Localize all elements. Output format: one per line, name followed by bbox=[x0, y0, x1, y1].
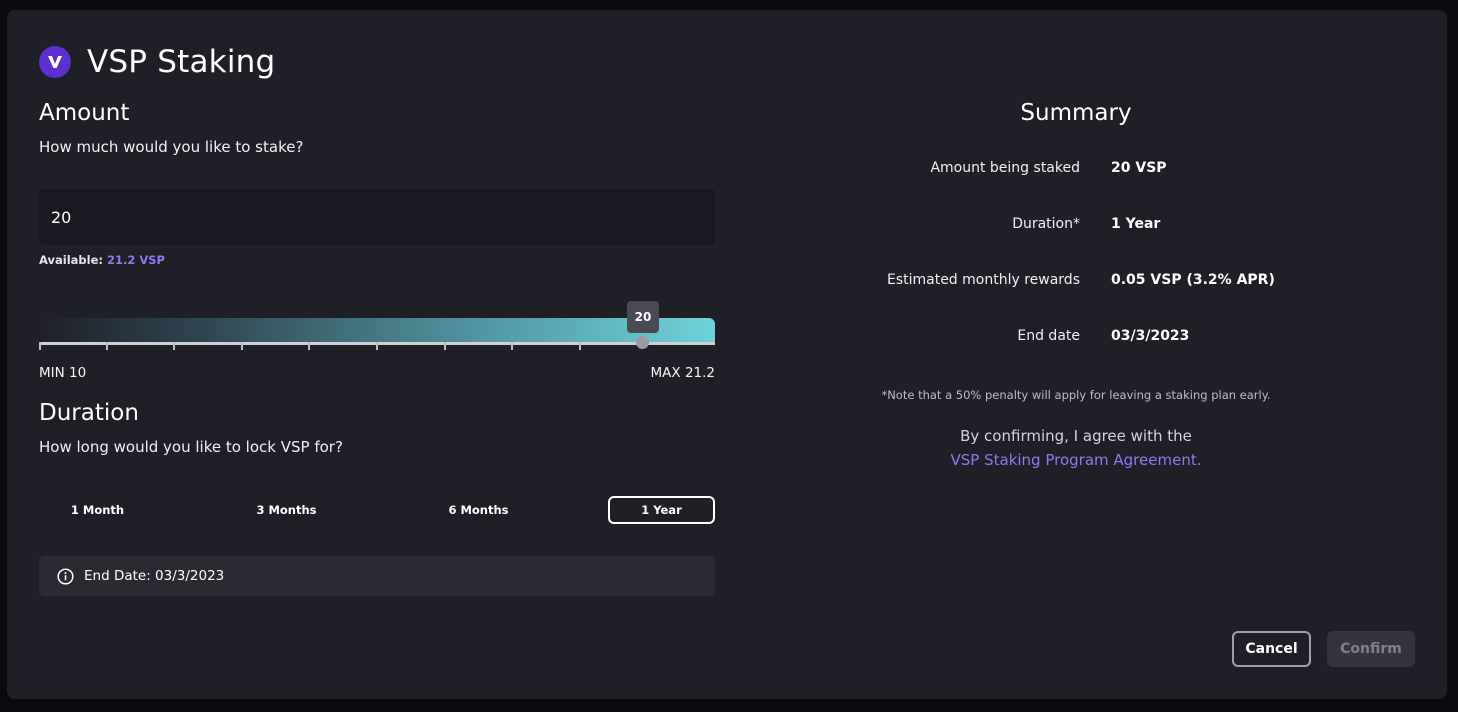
cancel-button[interactable]: Cancel bbox=[1232, 631, 1311, 667]
staking-modal: VSP Staking Amount How much would you li… bbox=[7, 10, 1447, 699]
amount-input-value: 20 bbox=[51, 207, 72, 227]
slider-max-label: MAX 21.2 bbox=[650, 365, 715, 381]
summary-row-amount: Amount being staked 20 VSP bbox=[767, 160, 1387, 216]
amount-input[interactable]: 20 bbox=[39, 189, 715, 245]
summary-value: 1 Year bbox=[1111, 216, 1161, 232]
slider-tick bbox=[511, 342, 513, 350]
available-balance: Available: 21.2 VSP bbox=[39, 253, 715, 267]
slider-ticks bbox=[39, 342, 715, 352]
agreement-text: By confirming, I agree with the VSP Stak… bbox=[767, 424, 1385, 472]
duration-option-6-months[interactable]: 6 Months bbox=[425, 496, 532, 524]
slider-tick bbox=[173, 342, 175, 350]
end-date-text: End Date: 03/3/2023 bbox=[84, 568, 225, 584]
slider-gradient bbox=[39, 318, 715, 342]
available-label: Available: bbox=[39, 253, 103, 267]
duration-heading: Duration bbox=[39, 400, 139, 426]
slider-thumb[interactable] bbox=[636, 336, 649, 349]
summary-row-end-date: End date 03/3/2023 bbox=[767, 328, 1387, 384]
end-date-info: End Date: 03/3/2023 bbox=[39, 556, 715, 596]
summary-panel: Summary Amount being staked 20 VSP Durat… bbox=[767, 100, 1387, 472]
duration-section: Duration How long would you like to lock… bbox=[39, 400, 715, 596]
penalty-note: *Note that a 50% penalty will apply for … bbox=[881, 388, 1271, 402]
duration-option-3-months[interactable]: 3 Months bbox=[233, 496, 340, 524]
duration-question: How long would you like to lock VSP for? bbox=[39, 438, 343, 456]
summary-row-duration: Duration* 1 Year bbox=[767, 216, 1387, 272]
slider-value-bubble: 20 bbox=[627, 301, 659, 333]
available-value[interactable]: 21.2 VSP bbox=[107, 253, 165, 267]
slider-tick bbox=[106, 342, 108, 350]
duration-options: 1 Month 3 Months 6 Months 1 Year bbox=[39, 496, 715, 524]
summary-label: Estimated monthly rewards bbox=[886, 272, 1080, 288]
modal-header: VSP Staking bbox=[39, 44, 275, 80]
slider-min-label: MIN 10 bbox=[39, 365, 87, 381]
duration-option-1-month[interactable]: 1 Month bbox=[44, 496, 151, 524]
confirm-button[interactable]: Confirm bbox=[1327, 631, 1415, 667]
slider-tick bbox=[444, 342, 446, 350]
slider-tick bbox=[39, 342, 41, 350]
summary-rows: Amount being staked 20 VSP Duration* 1 Y… bbox=[767, 160, 1387, 384]
summary-label: Amount being staked bbox=[930, 160, 1080, 176]
summary-heading: Summary bbox=[1020, 100, 1132, 126]
summary-value: 20 VSP bbox=[1111, 160, 1167, 176]
summary-value: 0.05 VSP (3.2% APR) bbox=[1111, 272, 1275, 288]
agreement-link[interactable]: VSP Staking Program Agreement. bbox=[767, 448, 1385, 472]
summary-label: End date bbox=[1017, 328, 1080, 344]
slider-tick bbox=[241, 342, 243, 350]
summary-label: Duration* bbox=[1012, 216, 1080, 232]
info-icon bbox=[57, 567, 74, 585]
summary-row-rewards: Estimated monthly rewards 0.05 VSP (3.2%… bbox=[767, 272, 1387, 328]
amount-duration-panel: Amount How much would you like to stake?… bbox=[39, 100, 715, 596]
page-title: VSP Staking bbox=[87, 44, 276, 80]
amount-heading: Amount bbox=[39, 100, 130, 126]
amount-question: How much would you like to stake? bbox=[39, 138, 304, 156]
amount-slider[interactable]: 20 MIN 10 MAX 21.2 bbox=[39, 295, 715, 381]
agreement-prefix: By confirming, I agree with the bbox=[960, 427, 1192, 445]
slider-tick bbox=[376, 342, 378, 350]
summary-value: 03/3/2023 bbox=[1111, 328, 1190, 344]
vesper-logo-icon bbox=[39, 46, 71, 78]
slider-tick bbox=[579, 342, 581, 350]
duration-option-1-year[interactable]: 1 Year bbox=[608, 496, 715, 524]
slider-tick bbox=[308, 342, 310, 350]
